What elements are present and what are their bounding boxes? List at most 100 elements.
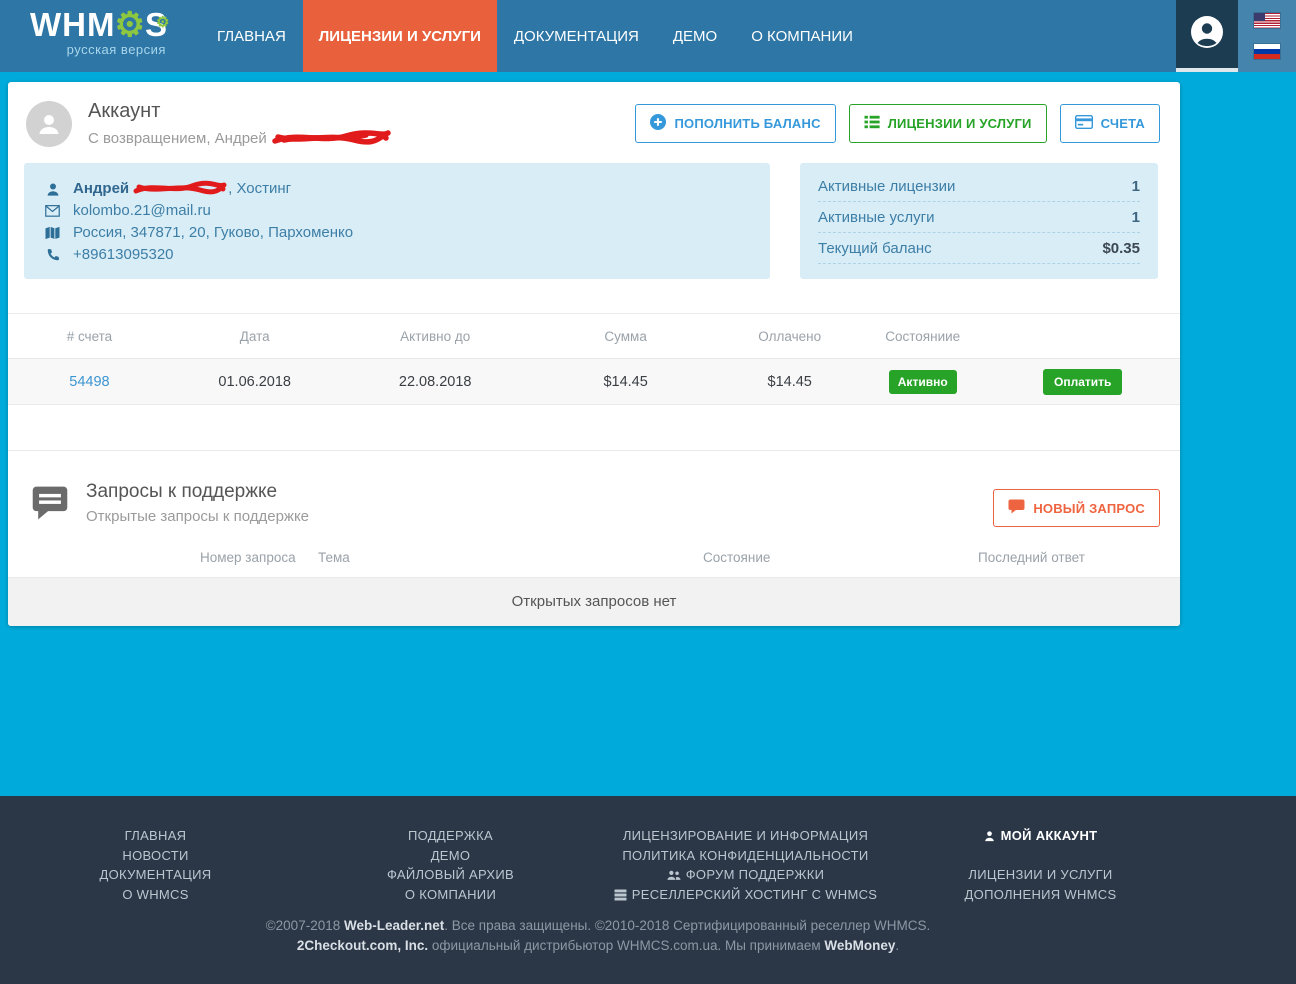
avatar xyxy=(26,101,72,147)
nav-item-docs[interactable]: ДОКУМЕНТАЦИЯ xyxy=(497,0,656,72)
nav-item-company[interactable]: О КОМПАНИИ xyxy=(734,0,870,72)
contact-address: Россия, 347871, 20, Гуково, Пархоменко xyxy=(73,222,353,244)
2checkout-link[interactable]: 2Checkout.com, Inc. xyxy=(297,938,428,953)
invoices-button[interactable]: СЧЕТА xyxy=(1060,104,1160,143)
invoices-table-header: # счета Дата Активно до Сумма Оллачено С… xyxy=(8,313,1180,359)
plus-circle-icon xyxy=(650,114,666,133)
footer-link-docs[interactable]: ДОКУМЕНТАЦИЯ xyxy=(8,865,303,885)
contact-email-line: kolombo.21@mail.ru xyxy=(44,200,750,222)
col-ticket-status: Состояние xyxy=(703,550,770,565)
footer-link-my-licenses[interactable]: ЛИЦЕНЗИИ И УСЛУГИ xyxy=(893,865,1188,885)
webmoney-link[interactable]: WebMoney xyxy=(824,938,895,953)
invoices-table: # счета Дата Активно до Сумма Оллачено С… xyxy=(8,313,1180,451)
page-footer: ГЛАВНАЯ НОВОСТИ ДОКУМЕНТАЦИЯ О WHMCS ПОД… xyxy=(0,796,1296,984)
add-funds-button[interactable]: ПОПОЛНИТЬ БАЛАНС xyxy=(635,104,835,143)
footer-col-3: ЛИЦЕНЗИРОВАНИЕ И ИНФОРМАЦИЯ ПОЛИТИКА КОН… xyxy=(598,826,893,904)
col-invoice-number: # счета xyxy=(8,329,171,344)
account-card: Аккаунт С возвращением, Андрей ПОПОЛНИТЬ… xyxy=(8,82,1180,626)
contact-email: kolombo.21@mail.ru xyxy=(73,200,211,222)
footer-link-privacy[interactable]: ПОЛИТИКА КОНФИДЕНЦИАЛЬНОСТИ xyxy=(598,846,893,866)
contact-phone-line: +89613095320 xyxy=(44,244,750,266)
footer-link-licensing[interactable]: ЛИЦЕНЗИРОВАНИЕ И ИНФОРМАЦИЯ xyxy=(598,826,893,846)
tickets-empty-state: Открытых запросов нет xyxy=(8,578,1180,626)
support-title: Запросы к поддержке xyxy=(86,481,309,503)
us-flag-icon[interactable] xyxy=(1254,13,1280,28)
col-last-reply: Последний ответ xyxy=(978,550,1085,565)
user-circle-icon xyxy=(1190,15,1224,54)
footer-link-company[interactable]: О КОМПАНИИ xyxy=(303,885,598,905)
header-right xyxy=(1176,0,1296,72)
logo-tagline: русская версия xyxy=(30,42,168,57)
language-switcher xyxy=(1238,0,1296,72)
status-badge: Активно xyxy=(889,370,957,394)
col-ticket-number: Номер запроса xyxy=(200,550,296,565)
copyright: ©2007-2018 Web-Leader.net. Все права защ… xyxy=(8,916,1188,955)
footer-link-news[interactable]: НОВОСТИ xyxy=(8,846,303,866)
ru-flag-icon[interactable] xyxy=(1254,44,1280,59)
footer-col-2: ПОДДЕРЖКА ДЕМО ФАЙЛОВЫЙ АРХИВ О КОМПАНИИ xyxy=(303,826,598,904)
copyright-line-2: 2Checkout.com, Inc. официальный дистрибь… xyxy=(8,936,1188,956)
col-date: Дата xyxy=(171,329,339,344)
invoice-number-link[interactable]: 54498 xyxy=(69,374,109,390)
user-icon xyxy=(44,182,61,197)
invoice-paid: $14.45 xyxy=(719,374,860,390)
footer-link-forum[interactable]: ФОРУМ ПОДДЕРЖКИ xyxy=(598,865,893,885)
nav-item-licenses[interactable]: ЛИЦЕНЗИИ И УСЛУГИ xyxy=(303,0,497,72)
account-titles: Аккаунт С возвращением, Андрей xyxy=(88,100,392,147)
tickets-table-header: Номер запроса Тема Состояние Последний о… xyxy=(8,546,1180,578)
chat-bubble-icon xyxy=(1008,499,1025,517)
stat-active-services: Активные услуги1 xyxy=(818,202,1140,233)
server-icon xyxy=(614,889,627,901)
footer-link-addons[interactable]: ДОПОЛНЕНИЯ WHMCS xyxy=(893,885,1188,905)
logo-text: WHM⚙S⚙ xyxy=(30,6,168,44)
account-menu-button[interactable] xyxy=(1176,0,1238,72)
footer-link-about-whmcs[interactable]: О WHMCS xyxy=(8,885,303,905)
stat-current-balance: Текущий баланс$0.35 xyxy=(818,233,1140,264)
chat-icon xyxy=(30,483,70,528)
redacted-scribble xyxy=(270,127,392,147)
col-paid: Оллачено xyxy=(719,329,860,344)
page-title: Аккаунт xyxy=(88,100,392,123)
footer-col-4: МОЙ АККАУНТ ЛИЦЕНЗИИ И УСЛУГИ ДОПОЛНЕНИЯ… xyxy=(893,826,1188,904)
whmcs-logo[interactable]: WHM⚙S⚙ русская версия xyxy=(0,0,194,72)
col-amount: Сумма xyxy=(532,329,720,344)
stat-value: 1 xyxy=(1132,178,1140,195)
footer-link-demo[interactable]: ДЕМО xyxy=(303,846,598,866)
footer-columns: ГЛАВНАЯ НОВОСТИ ДОКУМЕНТАЦИЯ О WHMCS ПОД… xyxy=(8,796,1188,904)
new-ticket-button[interactable]: НОВЫЙ ЗАПРОС xyxy=(993,489,1160,527)
pay-button[interactable]: Оплатить xyxy=(1043,369,1122,395)
phone-icon xyxy=(44,248,61,262)
users-icon xyxy=(667,870,681,881)
footer-my-account-heading: МОЙ АККАУНТ xyxy=(893,826,1188,846)
invoice-active-until: 22.08.2018 xyxy=(339,374,532,390)
contact-address-line: Россия, 347871, 20, Гуково, Пархоменко xyxy=(44,222,750,244)
invoice-amount: $14.45 xyxy=(532,374,720,390)
footer-link-files[interactable]: ФАЙЛОВЫЙ АРХИВ xyxy=(303,865,598,885)
stat-value: $0.35 xyxy=(1102,240,1140,257)
gear-icon: ⚙ xyxy=(114,6,145,44)
contact-panel: Андрей, Хостинг kolombo.21@mail.ru Росси… xyxy=(24,163,770,279)
support-titles: Запросы к поддержке Открытые запросы к п… xyxy=(86,481,309,525)
copyright-line-1: ©2007-2018 Web-Leader.net. Все права защ… xyxy=(8,916,1188,936)
stat-value: 1 xyxy=(1132,209,1140,226)
invoice-row: 54498 01.06.2018 22.08.2018 $14.45 $14.4… xyxy=(8,359,1180,405)
invoices-table-spacer xyxy=(8,405,1180,451)
nav-item-home[interactable]: ГЛАВНАЯ xyxy=(200,0,303,72)
web-leader-link[interactable]: Web-Leader.net xyxy=(344,918,444,933)
nav-item-demo[interactable]: ДЕМО xyxy=(656,0,734,72)
envelope-icon xyxy=(44,205,61,217)
support-section-header: Запросы к поддержке Открытые запросы к п… xyxy=(8,451,1180,546)
contact-name-line: Андрей, Хостинг xyxy=(44,178,750,200)
invoice-date: 01.06.2018 xyxy=(171,374,339,390)
welcome-text: С возвращением, Андрей xyxy=(88,127,392,147)
col-topic: Тема xyxy=(318,550,350,565)
support-subtitle: Открытые запросы к поддержке xyxy=(86,508,309,525)
top-header: WHM⚙S⚙ русская версия ГЛАВНАЯ ЛИЦЕНЗИИ И… xyxy=(0,0,1296,72)
footer-col-1: ГЛАВНАЯ НОВОСТИ ДОКУМЕНТАЦИЯ О WHMCS xyxy=(8,826,303,904)
info-panels: Андрей, Хостинг kolombo.21@mail.ru Росси… xyxy=(8,161,1180,279)
footer-link-support[interactable]: ПОДДЕРЖКА xyxy=(303,826,598,846)
licenses-services-button[interactable]: ЛИЦЕНЗИИ И УСЛУГИ xyxy=(849,104,1047,143)
footer-link-home[interactable]: ГЛАВНАЯ xyxy=(8,826,303,846)
account-actions: ПОПОЛНИТЬ БАЛАНС ЛИЦЕНЗИИ И УСЛУГИ СЧЕТА xyxy=(635,104,1160,143)
footer-link-reseller[interactable]: РЕСЕЛЛЕРСКИЙ ХОСТИНГ С WHMCS xyxy=(598,885,893,905)
